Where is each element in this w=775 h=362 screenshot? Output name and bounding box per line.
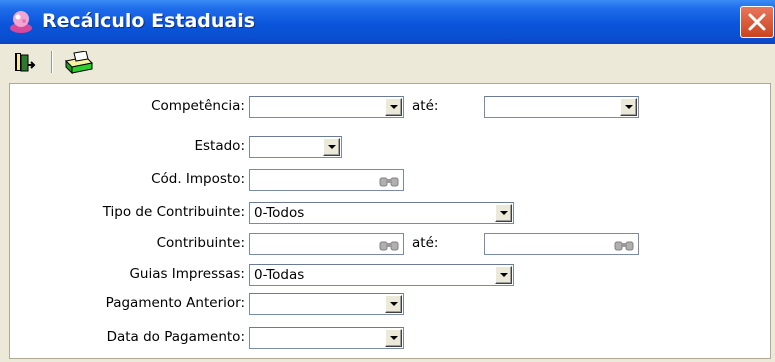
chevron-down-icon[interactable] bbox=[495, 204, 512, 222]
chevron-down-icon[interactable] bbox=[385, 295, 402, 313]
print-icon[interactable] bbox=[62, 51, 94, 75]
cod-imposto-field[interactable] bbox=[249, 169, 404, 191]
title-bar: Recálculo Estaduais bbox=[0, 0, 775, 44]
estado-label: Estado: bbox=[194, 138, 245, 154]
contribuinte-field[interactable] bbox=[249, 233, 404, 255]
binoculars-icon[interactable] bbox=[614, 239, 634, 251]
app-icon bbox=[10, 11, 32, 33]
competencia-label: Competência: bbox=[151, 98, 245, 114]
estado-select[interactable] bbox=[249, 136, 342, 158]
close-button[interactable] bbox=[740, 6, 774, 38]
contribuinte-ate-label: até: bbox=[412, 235, 439, 251]
competencia-ate-select[interactable] bbox=[484, 96, 639, 118]
binoculars-icon[interactable] bbox=[379, 175, 399, 187]
chevron-down-icon[interactable] bbox=[385, 329, 402, 347]
contribuinte-ate-field[interactable] bbox=[484, 233, 639, 255]
data-pagamento-label: Data do Pagamento: bbox=[106, 329, 245, 345]
chevron-down-icon[interactable] bbox=[620, 98, 637, 116]
pagamento-anterior-label: Pagamento Anterior: bbox=[105, 295, 245, 311]
pagamento-anterior-select[interactable] bbox=[249, 293, 404, 315]
toolbar-separator bbox=[51, 51, 53, 73]
competencia-select[interactable] bbox=[249, 96, 404, 118]
data-pagamento-select[interactable] bbox=[249, 327, 404, 349]
guias-impressas-label: Guias Impressas: bbox=[129, 266, 245, 282]
binoculars-icon[interactable] bbox=[379, 239, 399, 251]
tipo-contribuinte-select[interactable]: 0-Todos bbox=[249, 202, 514, 224]
chevron-down-icon[interactable] bbox=[323, 138, 340, 156]
close-icon bbox=[748, 13, 766, 31]
guias-impressas-select[interactable]: 0-Todas bbox=[249, 264, 514, 286]
exit-door-icon[interactable] bbox=[14, 51, 36, 75]
contribuinte-label: Contribuinte: bbox=[156, 235, 245, 251]
chevron-down-icon[interactable] bbox=[495, 266, 512, 284]
competencia-ate-label: até: bbox=[412, 98, 439, 114]
tipo-contribuinte-label: Tipo de Contribuinte: bbox=[102, 204, 245, 220]
toolbar bbox=[0, 44, 775, 80]
window-title: Recálculo Estaduais bbox=[42, 10, 256, 32]
cod-imposto-label: Cód. Imposto: bbox=[151, 171, 245, 187]
chevron-down-icon[interactable] bbox=[385, 98, 402, 116]
